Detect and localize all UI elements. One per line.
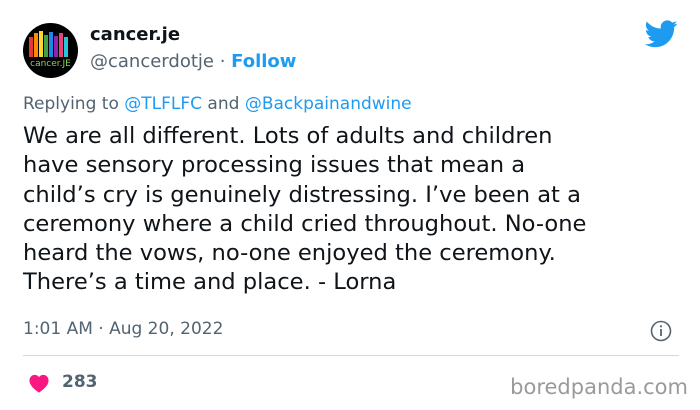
reply-and: and [202,94,245,114]
watermark: boredpanda.com [510,375,688,399]
tweet-text: We are all different. Lots of adults and… [23,123,587,296]
divider [23,355,679,356]
mention-backpainandwine[interactable]: @Backpainandwine [245,94,412,114]
like-count[interactable]: 283 [62,372,98,392]
reply-prefix: Replying to [23,94,125,114]
avatar[interactable]: cancer.JE [23,23,78,78]
twitter-bird-icon[interactable] [645,20,678,48]
reply-context: Replying to @TLFLFC and @Backpainandwine [23,94,412,114]
mention-tlflfc[interactable]: @TLFLFC [124,94,202,114]
tweet-timestamp[interactable]: 1:01 AM · Aug 20, 2022 [23,319,223,339]
separator: · [213,51,232,72]
info-icon[interactable] [650,320,672,342]
user-handle[interactable]: @cancerdotje [90,51,214,72]
heart-icon[interactable] [28,373,50,393]
avatar-logo-icon [29,31,68,57]
follow-button[interactable]: Follow [231,51,296,72]
display-name[interactable]: cancer.je [90,24,180,45]
handle-row: @cancerdotje · Follow [90,51,296,72]
avatar-text: cancer.JE [30,59,71,69]
